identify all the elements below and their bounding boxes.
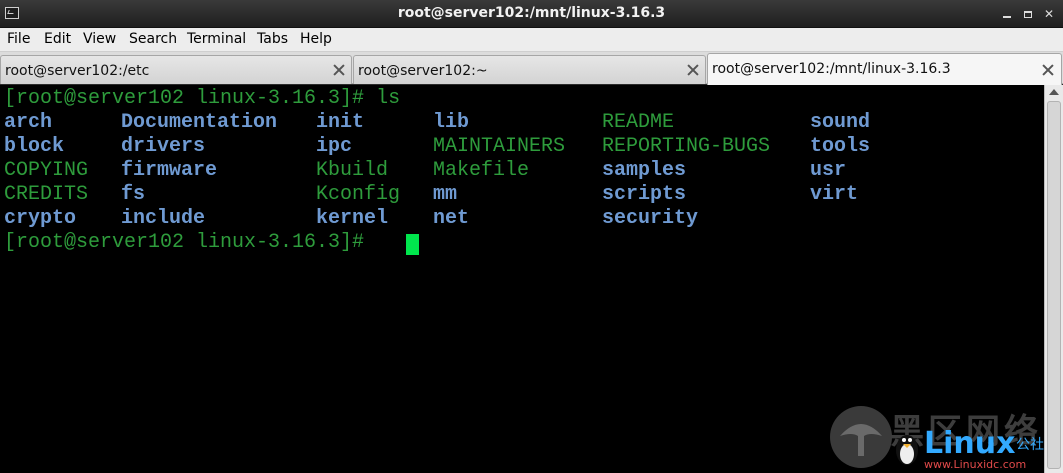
ls-entry: README bbox=[602, 111, 675, 134]
mushroom-icon bbox=[840, 424, 882, 456]
ls-entry: sound bbox=[810, 111, 871, 134]
tab-close-icon[interactable] bbox=[332, 63, 346, 77]
ls-entry: lib bbox=[433, 111, 470, 134]
tab-linux-src[interactable]: root@server102:/mnt/linux-3.16.3 bbox=[707, 53, 1062, 85]
menu-search[interactable]: Search bbox=[129, 31, 177, 47]
text-cursor bbox=[406, 234, 419, 255]
ls-entry: include bbox=[121, 207, 206, 230]
maximize-button[interactable] bbox=[1020, 6, 1036, 22]
minimize-button[interactable] bbox=[999, 6, 1015, 22]
menu-edit[interactable]: Edit bbox=[44, 31, 71, 47]
ls-entry: Makefile bbox=[433, 159, 530, 182]
menu-file[interactable]: File bbox=[7, 31, 30, 47]
scroll-up-arrow-icon[interactable] bbox=[1049, 89, 1059, 95]
watermark-brand-suffix: 公社 bbox=[1016, 437, 1044, 453]
watermark: 黑区网络 Linux 公社 www.Linuxidc.com bbox=[830, 404, 1060, 471]
ls-entry: crypto bbox=[4, 207, 77, 230]
watermark-brand: Linux bbox=[924, 426, 1016, 461]
ls-entry: arch bbox=[4, 111, 53, 134]
tab-label: root@server102:~ bbox=[358, 63, 488, 79]
tab-home[interactable]: root@server102:~ bbox=[353, 55, 706, 84]
menu-help[interactable]: Help bbox=[300, 31, 332, 47]
tab-close-icon[interactable] bbox=[686, 63, 700, 77]
ls-entry: init bbox=[316, 111, 365, 134]
menu-view[interactable]: View bbox=[83, 31, 116, 47]
ls-entry: firmware bbox=[121, 159, 218, 182]
tab-etc[interactable]: root@server102:/etc bbox=[0, 55, 352, 84]
close-icon: ✕ bbox=[1043, 7, 1055, 21]
shell-prompt: [root@server102 linux-3.16.3]# bbox=[4, 231, 365, 254]
ls-entry: virt bbox=[810, 183, 859, 206]
menu-bar: File Edit View Search Terminal Tabs Help bbox=[0, 28, 1063, 52]
ls-entry: samples bbox=[602, 159, 687, 182]
tab-close-icon[interactable] bbox=[1041, 63, 1055, 77]
maximize-icon bbox=[1024, 11, 1032, 18]
title-bar: root@server102:/mnt/linux-3.16.3 ✕ bbox=[0, 0, 1063, 28]
ls-entry: block bbox=[4, 135, 65, 158]
ls-entry: net bbox=[433, 207, 470, 230]
shell-command: ls bbox=[376, 87, 401, 110]
watermark-url: www.Linuxidc.com bbox=[924, 458, 1027, 471]
watermark-logo-icon bbox=[830, 406, 892, 468]
minimize-icon bbox=[1003, 16, 1011, 18]
ls-entry: kernel bbox=[316, 207, 389, 230]
ls-entry: COPYING bbox=[4, 159, 89, 182]
menu-terminal[interactable]: Terminal bbox=[187, 31, 246, 47]
ls-entry: security bbox=[602, 207, 699, 230]
tab-label: root@server102:/mnt/linux-3.16.3 bbox=[712, 61, 951, 77]
shell-prompt: [root@server102 linux-3.16.3]# bbox=[4, 87, 365, 110]
ls-entry: mm bbox=[433, 183, 458, 206]
menu-tabs[interactable]: Tabs bbox=[257, 31, 288, 47]
ls-entry: Kbuild bbox=[316, 159, 389, 182]
ls-entry: Kconfig bbox=[316, 183, 401, 206]
window-title: root@server102:/mnt/linux-3.16.3 bbox=[397, 5, 666, 21]
ls-entry: Documentation bbox=[121, 111, 278, 134]
ls-entry: scripts bbox=[602, 183, 687, 206]
ls-entry: drivers bbox=[121, 135, 206, 158]
ls-entry: tools bbox=[810, 135, 871, 158]
close-window-button[interactable]: ✕ bbox=[1041, 6, 1057, 22]
prompt-line: [root@server102 linux-3.16.3]# bbox=[4, 231, 364, 255]
ls-entry: ipc bbox=[316, 135, 353, 158]
ls-entry: usr bbox=[810, 159, 847, 182]
ls-entry: fs bbox=[121, 183, 146, 206]
penguin-icon bbox=[896, 435, 918, 465]
ls-entry: CREDITS bbox=[4, 183, 89, 206]
ls-entry: REPORTING-BUGS bbox=[602, 135, 771, 158]
tab-label: root@server102:/etc bbox=[5, 63, 150, 79]
tab-bar: root@server102:/etc root@server102:~ roo… bbox=[0, 52, 1063, 85]
command-line: [root@server102 linux-3.16.3]# ls bbox=[4, 87, 400, 111]
ls-entry: MAINTAINERS bbox=[433, 135, 566, 158]
